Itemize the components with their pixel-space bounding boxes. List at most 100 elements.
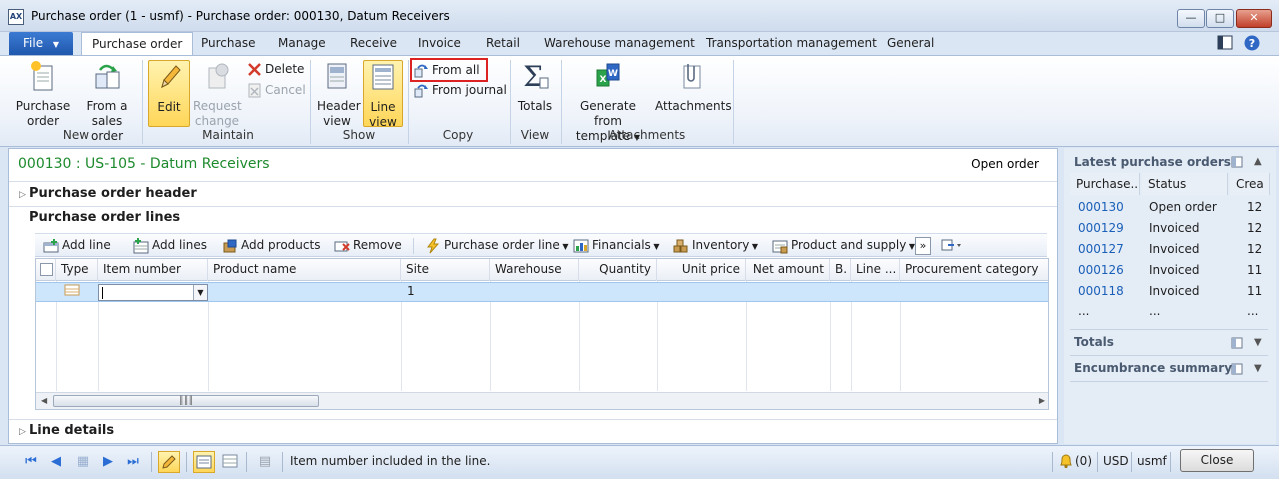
copy-from-journal-button[interactable]: From journal: [412, 81, 507, 101]
edit-button[interactable]: Edit: [148, 60, 190, 127]
next-record-icon[interactable]: ▶: [99, 453, 117, 471]
tab-purchase[interactable]: Purchase: [201, 32, 256, 55]
edit-mode-icon[interactable]: [158, 451, 180, 473]
divider: [1070, 381, 1268, 382]
factbox-options-icon[interactable]: [1231, 156, 1243, 168]
first-record-icon[interactable]: ⏮: [22, 453, 40, 471]
request-change-button[interactable]: Request change: [193, 60, 242, 129]
column-header-unit-price[interactable]: Unit price: [657, 259, 746, 281]
attachments-button[interactable]: Attachments: [655, 60, 732, 114]
company-indicator[interactable]: usmf: [1137, 454, 1167, 468]
tab-receive[interactable]: Receive: [350, 32, 397, 55]
factbox-options-icon[interactable]: [1231, 363, 1243, 375]
line-view-button[interactable]: Line view: [363, 60, 403, 129]
order-link[interactable]: 000129: [1078, 221, 1124, 235]
order-link[interactable]: 000130: [1078, 200, 1124, 214]
purchase-order-button[interactable]: Purchase order: [15, 60, 71, 129]
quantity-cell[interactable]: [579, 283, 657, 301]
grid-view-toggle-icon[interactable]: [221, 453, 239, 471]
collapse-chevron-icon[interactable]: ▲: [1254, 156, 1262, 167]
tab-retail[interactable]: Retail: [486, 32, 520, 55]
minimize-button[interactable]: —: [1177, 9, 1205, 28]
document-icon[interactable]: ▤: [256, 453, 274, 471]
copy-from-all-button[interactable]: From all: [410, 58, 488, 82]
totals-factbox-title[interactable]: Totals: [1074, 335, 1114, 349]
header-view-button[interactable]: Header view: [314, 60, 361, 129]
expand-chevron-icon[interactable]: ▼: [1254, 363, 1262, 374]
select-all-checkbox[interactable]: [40, 263, 53, 276]
order-link[interactable]: 000118: [1078, 284, 1124, 298]
file-tab[interactable]: File ▼: [9, 32, 73, 55]
item-number-input[interactable]: ▼: [98, 284, 208, 301]
column-header-type[interactable]: Type: [56, 259, 98, 281]
inventory-menu[interactable]: Inventory ▼: [673, 237, 758, 255]
notification-count[interactable]: (0): [1075, 454, 1092, 468]
grid-options-button[interactable]: [941, 237, 963, 255]
column-header-warehouse[interactable]: Warehouse: [490, 259, 579, 281]
encumbrance-summary-title[interactable]: Encumbrance summary: [1074, 361, 1232, 375]
add-line-button[interactable]: Add line: [43, 237, 111, 255]
warehouse-cell[interactable]: [490, 283, 579, 301]
unit-price-cell[interactable]: [657, 283, 746, 301]
column-header-status[interactable]: Status: [1142, 173, 1228, 195]
product-and-supply-menu[interactable]: Product and supply ▼: [772, 237, 915, 255]
column-header-created[interactable]: Crea: [1230, 173, 1270, 195]
maximize-button[interactable]: □: [1206, 9, 1234, 28]
previous-record-icon[interactable]: ◀: [47, 453, 65, 471]
line-type-cell[interactable]: [58, 283, 80, 301]
tab-purchase-order[interactable]: Purchase order: [81, 32, 194, 56]
column-header-net-amount[interactable]: Net amount: [746, 259, 830, 281]
cancel-button[interactable]: Cancel: [245, 81, 306, 101]
fasttab-purchase-order-lines[interactable]: Purchase order lines: [19, 210, 180, 225]
scrollbar-thumb[interactable]: ║║║: [53, 395, 319, 407]
add-lines-button[interactable]: Add lines: [133, 237, 207, 255]
status-message: Item number included in the line.: [290, 454, 491, 468]
column-header-site[interactable]: Site: [401, 259, 490, 281]
last-record-icon[interactable]: ⏭: [124, 453, 142, 471]
column-header-line[interactable]: Line ...: [851, 259, 900, 281]
close-window-button[interactable]: ✕: [1236, 9, 1272, 28]
close-button[interactable]: Close: [1180, 449, 1254, 472]
grid-records-icon[interactable]: ▦: [74, 453, 92, 471]
remove-button[interactable]: Remove: [334, 237, 402, 255]
template-doc-icon: XW: [596, 63, 620, 87]
tab-transportation-management[interactable]: Transportation management: [706, 32, 877, 55]
column-header-item-number[interactable]: Item number: [98, 259, 208, 281]
tab-manage[interactable]: Manage: [278, 32, 326, 55]
expand-chevron-icon[interactable]: ▼: [1254, 337, 1262, 348]
delete-button[interactable]: Delete: [245, 60, 304, 80]
fasttab-line-details[interactable]: ▷ Line details: [19, 423, 114, 438]
item-number-dropdown[interactable]: ▼: [193, 285, 207, 300]
tab-invoice[interactable]: Invoice: [418, 32, 461, 55]
help-icon[interactable]: ?: [1243, 34, 1261, 52]
order-link[interactable]: 000126: [1078, 263, 1124, 277]
bell-icon[interactable]: [1058, 453, 1074, 469]
order-link[interactable]: 000127: [1078, 242, 1124, 256]
column-header-purchase[interactable]: Purchase...: [1070, 173, 1140, 195]
layout-icon[interactable]: [1216, 34, 1234, 52]
column-header-quantity[interactable]: Quantity: [579, 259, 657, 281]
factbox-options-icon[interactable]: [1231, 337, 1243, 349]
table-row[interactable]: ▼ 1: [36, 282, 1048, 302]
scroll-left-arrow-icon[interactable]: ◀: [41, 396, 47, 405]
svg-text:X: X: [600, 75, 607, 85]
product-name-cell[interactable]: [208, 283, 401, 301]
column-header-product-name[interactable]: Product name: [208, 259, 401, 281]
header-view-toggle-icon[interactable]: [193, 451, 215, 473]
totals-button[interactable]: Σ Totals: [515, 60, 555, 114]
fasttab-purchase-order-header[interactable]: ▷ Purchase order header: [19, 186, 197, 201]
currency-indicator[interactable]: USD: [1103, 454, 1129, 468]
purchase-order-line-menu[interactable]: Purchase order line ▼: [425, 237, 568, 255]
add-products-button[interactable]: Add products: [222, 237, 320, 255]
tab-general[interactable]: General: [887, 32, 934, 55]
column-header-procurement-category[interactable]: Procurement category: [900, 259, 1048, 281]
tab-warehouse-management[interactable]: Warehouse management: [544, 32, 695, 55]
latest-purchase-orders-title[interactable]: Latest purchase orders: [1074, 155, 1231, 169]
column-header-b[interactable]: B.: [830, 259, 851, 281]
site-cell[interactable]: 1: [401, 283, 415, 301]
financials-menu[interactable]: Financials ▼: [573, 237, 660, 255]
horizontal-scrollbar[interactable]: ◀ ║║║ ▶: [36, 392, 1048, 409]
more-commands-button[interactable]: »: [915, 237, 931, 255]
net-amount-cell[interactable]: [746, 283, 830, 301]
scroll-right-arrow-icon[interactable]: ▶: [1039, 396, 1045, 405]
